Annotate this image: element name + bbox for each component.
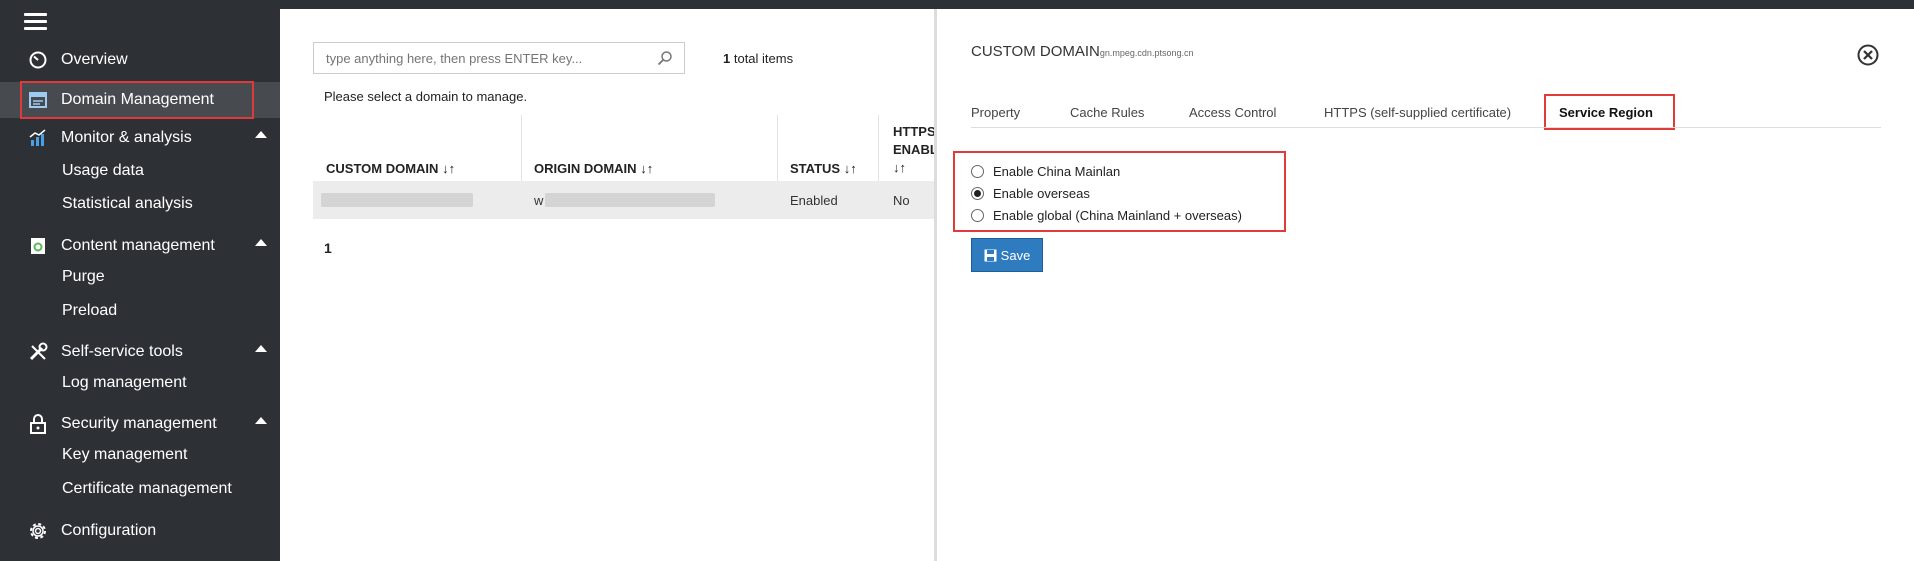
speedometer-icon xyxy=(27,49,49,71)
tab-https[interactable]: HTTPS (self-supplied certificate) xyxy=(1324,105,1511,120)
sort-icon: ↓↑ xyxy=(893,160,906,175)
sidebar-item-domain-management[interactable]: Domain Management xyxy=(0,82,280,118)
radio-option-china-mainland[interactable]: Enable China Mainlan xyxy=(971,164,1120,179)
column-divider xyxy=(878,115,879,181)
sidebar-item-self-service-tools[interactable]: Self-service tools xyxy=(0,334,280,370)
radio-option-global[interactable]: Enable global (China Mainland + overseas… xyxy=(971,208,1242,223)
radio-button-checked[interactable] xyxy=(971,187,984,200)
sidebar-item-label: Overview xyxy=(61,51,128,68)
sidebar-item-label: Content management xyxy=(61,237,215,254)
radio-option-overseas[interactable]: Enable overseas xyxy=(971,186,1090,201)
origin-domain-cell: w xyxy=(534,193,544,208)
sidebar-subitem-statistical-analysis[interactable]: Statistical analysis xyxy=(62,195,193,213)
tab-cache-rules[interactable]: Cache Rules xyxy=(1070,105,1144,120)
sidebar-item-label: Domain Management xyxy=(61,91,214,108)
sidebar-item-monitor-analysis[interactable]: Monitor & analysis xyxy=(0,120,280,156)
status-cell: Enabled xyxy=(790,193,838,208)
column-header-origin-domain[interactable]: ORIGIN DOMAIN ↓↑ xyxy=(534,161,653,176)
sidebar-subitem-certificate-management[interactable]: Certificate management xyxy=(62,480,232,498)
sidebar-subitem-log-management[interactable]: Log management xyxy=(62,374,187,392)
redacted-custom-domain xyxy=(321,193,473,207)
wrench-icon xyxy=(27,341,49,363)
chevron-up-icon[interactable] xyxy=(255,130,267,138)
tab-underline xyxy=(971,127,1881,128)
radio-label: Enable global (China Mainland + overseas… xyxy=(993,208,1242,223)
sidebar: Overview Domain Management Monitor & ana… xyxy=(0,0,280,561)
radio-label: Enable China Mainlan xyxy=(993,164,1121,179)
tab-service-region[interactable]: Service Region xyxy=(1559,105,1653,120)
select-domain-hint: Please select a domain to manage. xyxy=(324,89,528,104)
sidebar-item-label: Configuration xyxy=(61,522,157,539)
sidebar-item-content-management[interactable]: Content management xyxy=(0,228,280,264)
column-divider xyxy=(521,115,522,181)
sidebar-subitem-purge[interactable]: Purge xyxy=(62,268,105,286)
https-cell: No xyxy=(893,193,910,208)
lock-icon xyxy=(27,413,49,435)
hamburger-menu-icon[interactable] xyxy=(24,13,47,30)
sidebar-subitem-preload[interactable]: Preload xyxy=(62,302,117,320)
gear-icon xyxy=(27,520,49,542)
search-icon[interactable] xyxy=(657,50,673,66)
sort-icon: ↓↑ xyxy=(843,161,857,176)
chevron-up-icon[interactable] xyxy=(255,344,267,352)
close-icon[interactable] xyxy=(1857,44,1879,66)
sidebar-item-configuration[interactable]: Configuration xyxy=(0,513,280,549)
total-label: total items xyxy=(730,51,794,66)
save-icon xyxy=(984,249,997,261)
document-refresh-icon xyxy=(27,235,49,257)
column-divider xyxy=(777,115,778,181)
panel-title: CUSTOM DOMAINgn.mpeg.cdn.ptsong.cn xyxy=(971,43,1194,60)
radio-button[interactable] xyxy=(971,209,984,222)
sidebar-subitem-usage-data[interactable]: Usage data xyxy=(62,162,144,180)
domain-detail-panel xyxy=(934,9,1914,561)
sidebar-item-overview[interactable]: Overview xyxy=(0,42,280,78)
sort-icon: ↓↑ xyxy=(442,161,456,176)
radio-button[interactable] xyxy=(971,165,984,178)
chevron-up-icon[interactable] xyxy=(255,238,267,246)
column-header-custom-domain[interactable]: CUSTOM DOMAIN ↓↑ xyxy=(326,161,455,176)
redacted-origin-domain xyxy=(545,193,715,207)
panel-subtitle: gn.mpeg.cdn.ptsong.cn xyxy=(1099,48,1194,58)
search-box xyxy=(313,42,685,74)
chevron-up-icon[interactable] xyxy=(255,416,267,424)
column-header-https[interactable]: HTTPS ENABL ↓↑ xyxy=(893,123,938,177)
sidebar-item-label: Self-service tools xyxy=(61,343,183,360)
sidebar-item-label: Monitor & analysis xyxy=(61,129,192,146)
search-input[interactable] xyxy=(324,43,648,73)
sort-icon: ↓↑ xyxy=(640,161,654,176)
sidebar-item-label: Security management xyxy=(61,415,217,432)
pagination-page[interactable]: 1 xyxy=(324,240,332,256)
tab-access-control[interactable]: Access Control xyxy=(1189,105,1276,120)
sidebar-item-security-management[interactable]: Security management xyxy=(0,406,280,442)
save-label: Save xyxy=(1000,247,1031,263)
save-button[interactable]: Save xyxy=(971,238,1043,272)
total-items: 1 total items xyxy=(723,51,793,66)
tab-property[interactable]: Property xyxy=(971,105,1020,120)
column-header-status[interactable]: STATUS ↓↑ xyxy=(790,161,857,176)
radio-label: Enable overseas xyxy=(993,186,1090,201)
sidebar-subitem-key-management[interactable]: Key management xyxy=(62,446,187,464)
bar-chart-icon xyxy=(27,127,49,149)
browser-window-icon xyxy=(27,89,49,111)
top-bar xyxy=(0,0,1914,9)
table-row[interactable]: w Enabled No xyxy=(313,181,935,219)
